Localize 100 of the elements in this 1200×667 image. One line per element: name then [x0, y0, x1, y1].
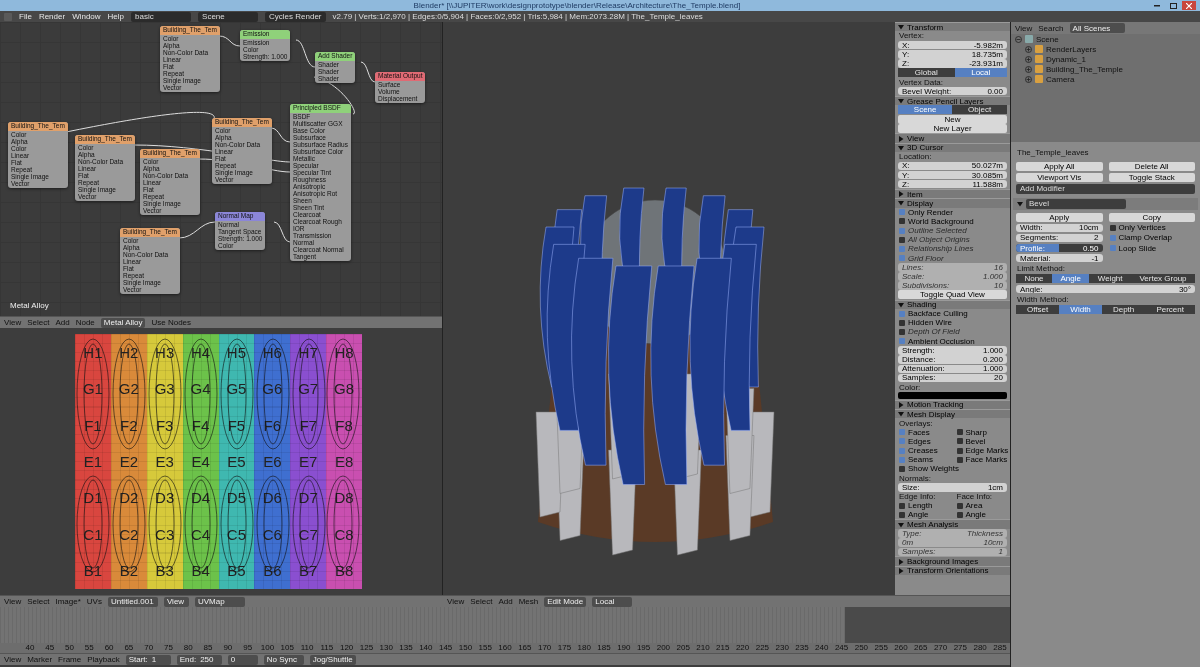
- menu-item[interactable]: Node: [75, 318, 95, 327]
- toggle-option[interactable]: None: [1016, 274, 1052, 284]
- material-field[interactable]: Metal Alloy: [100, 317, 146, 328]
- outliner-item[interactable]: Scene: [1011, 34, 1200, 44]
- checkbox-row[interactable]: Angle: [952, 510, 986, 520]
- modifier-name-field[interactable]: Bevel: [1026, 198, 1126, 209]
- number-field[interactable]: X: 50.027m: [898, 161, 1007, 171]
- number-field[interactable]: Y: 18.735m: [898, 50, 1007, 59]
- menu-item[interactable]: Image*: [55, 597, 81, 606]
- menu-item[interactable]: View: [447, 597, 465, 606]
- expand-icon[interactable]: [1025, 55, 1032, 63]
- menu-item[interactable]: Playback: [87, 655, 120, 664]
- number-field[interactable]: Distance: 0.200: [898, 355, 1007, 364]
- toggle-option[interactable]: Vertex Group: [1131, 274, 1195, 284]
- end-frame-field[interactable]: End: 250: [176, 654, 222, 665]
- render-engine-dropdown[interactable]: Cycles Render: [265, 11, 326, 22]
- panel-header[interactable]: Mesh Analysis: [895, 519, 1010, 529]
- toggle-option[interactable]: Global: [898, 68, 955, 78]
- checkbox-row[interactable]: Loop Slide: [1105, 243, 1157, 253]
- toggle-option[interactable]: Scene: [898, 105, 953, 115]
- checkbox-row[interactable]: Face Marks: [952, 455, 1008, 465]
- panel-button[interactable]: Copy: [1108, 212, 1195, 222]
- outliner-item[interactable]: Camera: [1011, 74, 1200, 84]
- minimize-button[interactable]: [1154, 4, 1160, 7]
- panel-button[interactable]: Delete All: [1108, 162, 1195, 172]
- sync-dropdown[interactable]: No Sync: [263, 654, 304, 665]
- menu-item[interactable]: Frame: [58, 655, 82, 664]
- checkbox-row[interactable]: Sharp: [952, 427, 987, 437]
- start-frame-field[interactable]: Start: 1: [125, 654, 171, 665]
- menu-item[interactable]: Window: [72, 12, 101, 21]
- panel-button[interactable]: Toggle Quad View: [898, 290, 1007, 300]
- panel-header[interactable]: View: [895, 133, 1010, 143]
- checkbox-row[interactable]: Edge Marks: [952, 446, 1009, 456]
- expand-icon[interactable]: [1025, 45, 1032, 53]
- number-field[interactable]: Z: -23.931m: [898, 59, 1007, 68]
- checkbox-row[interactable]: Area: [952, 501, 983, 511]
- checkbox-row[interactable]: Show Weights: [895, 464, 1010, 474]
- panel-header[interactable]: Shading: [895, 299, 1010, 309]
- checkbox-row[interactable]: Seams: [895, 455, 933, 465]
- checkbox-row[interactable]: Faces: [895, 427, 930, 437]
- checkbox-row[interactable]: Creases: [895, 446, 938, 456]
- toggle-option[interactable]: Offset: [1016, 304, 1060, 314]
- panel-button[interactable]: Viewport Vis: [1016, 172, 1103, 182]
- checkbox-row[interactable]: Length: [895, 501, 933, 511]
- checkbox-row[interactable]: Clamp Overlap: [1105, 233, 1172, 243]
- toggle-option[interactable]: Width: [1059, 304, 1102, 314]
- expanded-arrow-icon[interactable]: [1017, 200, 1023, 207]
- maximize-button[interactable]: [1169, 2, 1177, 9]
- toggle-option[interactable]: Depth: [1101, 304, 1146, 314]
- panel-header[interactable]: Transform Orientations: [895, 565, 1010, 576]
- toggle-option[interactable]: Local: [954, 68, 1007, 78]
- checkbox-row[interactable]: World Background: [895, 216, 1010, 226]
- checkbox-row[interactable]: Edges: [895, 436, 931, 446]
- number-field[interactable]: Y: 30.085m: [898, 170, 1007, 180]
- toggle-option[interactable]: Angle: [1052, 274, 1090, 284]
- toggle-option[interactable]: Weight: [1089, 274, 1131, 284]
- menu-item[interactable]: Search: [1038, 23, 1064, 33]
- panel-header[interactable]: Transform: [895, 22, 1010, 32]
- keying-set-field[interactable]: Jog/Shuttle: [309, 654, 356, 665]
- menu-item[interactable]: Select: [27, 318, 50, 327]
- number-field[interactable]: Width: 10cm: [1016, 223, 1103, 232]
- number-field[interactable]: Segments: 2: [1016, 233, 1103, 243]
- menu-item[interactable]: View: [4, 318, 22, 327]
- menu-item[interactable]: Mesh: [518, 597, 539, 606]
- menu-item[interactable]: View: [4, 655, 22, 664]
- outliner-item[interactable]: RenderLayers: [1011, 44, 1200, 54]
- checkbox-row[interactable]: Backface Culling: [895, 309, 1010, 319]
- panel-button[interactable]: Apply All: [1016, 162, 1103, 172]
- orientation-dropdown[interactable]: Local: [592, 596, 633, 607]
- menu-item[interactable]: File: [19, 12, 32, 21]
- number-field[interactable]: Strength: 1.000: [898, 346, 1007, 355]
- number-field[interactable]: Bevel Weight: 0.00: [898, 87, 1007, 96]
- checkbox-row[interactable]: Only Render: [895, 207, 1010, 217]
- panel-button[interactable]: New Layer: [898, 124, 1007, 134]
- number-field[interactable]: Material: -1: [1016, 254, 1103, 263]
- add-modifier-dropdown[interactable]: Add Modifier: [1016, 183, 1195, 194]
- mode-dropdown[interactable]: Edit Mode: [544, 596, 587, 607]
- toggle-option[interactable]: Percent: [1145, 304, 1196, 314]
- panel-header[interactable]: Mesh Display: [895, 409, 1010, 419]
- current-frame-field[interactable]: 0: [227, 654, 258, 665]
- checkbox-row[interactable]: Bevel: [952, 436, 986, 446]
- panel-button[interactable]: Toggle Stack: [1108, 172, 1195, 182]
- number-field[interactable]: Z: 11.588m: [898, 180, 1007, 189]
- menu-item[interactable]: UVs: [86, 597, 102, 606]
- slider-field[interactable]: Profile: 0.50: [1016, 243, 1103, 253]
- toggle-option[interactable]: Object: [952, 105, 1007, 115]
- panel-header[interactable]: Display: [895, 198, 1010, 208]
- menu-item[interactable]: View: [4, 597, 22, 606]
- menu-item[interactable]: Add: [55, 318, 70, 327]
- number-field[interactable]: Angle: 30°: [1016, 284, 1195, 294]
- image-field[interactable]: Untitled.001: [107, 596, 158, 607]
- panel-header[interactable]: 3D Cursor: [895, 142, 1010, 153]
- menu-item[interactable]: Add: [498, 597, 513, 606]
- menu-item[interactable]: View: [1015, 23, 1033, 33]
- color-swatch[interactable]: [898, 392, 1007, 400]
- screen-layout-field[interactable]: basic: [131, 11, 192, 22]
- checkbox-row[interactable]: Hidden Wire: [895, 318, 1010, 328]
- shader-node[interactable]: [290, 104, 351, 261]
- number-field[interactable]: Samples: 20: [898, 373, 1007, 383]
- expand-icon[interactable]: [1025, 65, 1032, 73]
